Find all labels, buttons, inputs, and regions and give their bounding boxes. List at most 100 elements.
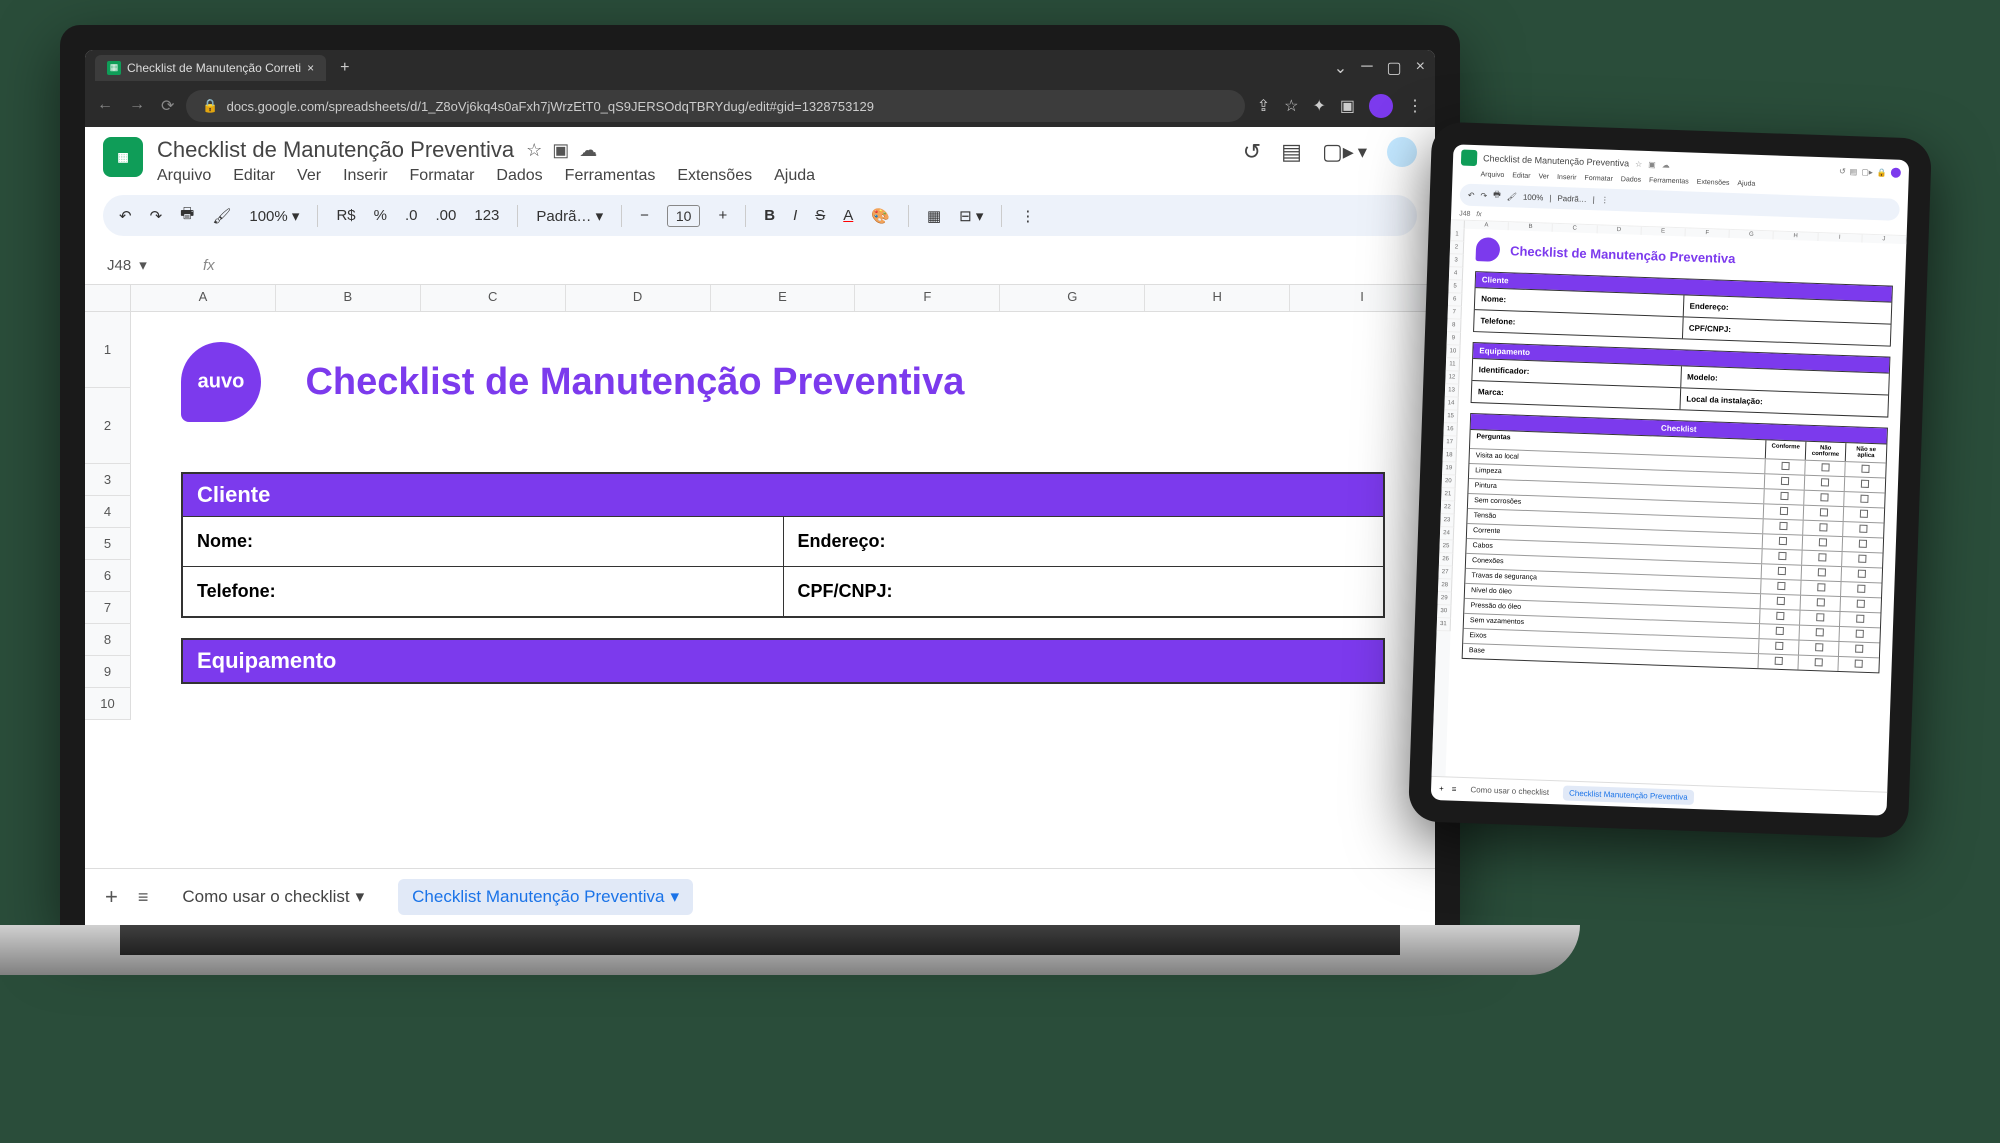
checklist-checkbox-cell[interactable]: [1802, 551, 1842, 566]
row-header[interactable]: 27: [1438, 566, 1452, 579]
comment-icon[interactable]: ▤: [1850, 167, 1858, 176]
sheets-logo-icon[interactable]: ▦: [103, 137, 143, 177]
redo-icon[interactable]: ↷: [150, 207, 163, 225]
checkbox-icon[interactable]: [1780, 492, 1788, 500]
row-header[interactable]: 4: [1449, 267, 1463, 280]
checklist-checkbox-cell[interactable]: [1760, 624, 1800, 639]
checklist-checkbox-cell[interactable]: [1844, 507, 1884, 522]
font-size-dec[interactable]: −: [640, 207, 649, 224]
undo-icon[interactable]: ↶: [1468, 190, 1475, 199]
checkbox-icon[interactable]: [1818, 538, 1826, 546]
checkbox-icon[interactable]: [1819, 523, 1827, 531]
menu-item[interactable]: Dados: [1621, 176, 1641, 184]
checkbox-icon[interactable]: [1861, 480, 1869, 488]
more-icon[interactable]: ⋮: [1601, 195, 1609, 204]
checkbox-icon[interactable]: [1774, 657, 1782, 665]
zoom-select[interactable]: 100% ▾: [249, 207, 299, 225]
col-header[interactable]: B: [276, 285, 421, 311]
row-header[interactable]: 16: [1443, 423, 1457, 436]
menu-item[interactable]: Ajuda: [1737, 180, 1755, 188]
row-header[interactable]: 25: [1439, 540, 1453, 553]
checkbox-icon[interactable]: [1775, 627, 1783, 635]
checklist-checkbox-cell[interactable]: [1843, 522, 1883, 537]
back-icon[interactable]: ←: [97, 96, 113, 116]
sheet-tab-2[interactable]: Checklist Manutenção Preventiva ▾: [398, 879, 693, 915]
star-icon[interactable]: ☆: [1284, 96, 1298, 116]
row-header[interactable]: 8: [1447, 319, 1461, 332]
checkbox-icon[interactable]: [1817, 583, 1825, 591]
add-sheet-button[interactable]: +: [105, 884, 118, 910]
checklist-checkbox-cell[interactable]: [1804, 491, 1844, 506]
checklist-checkbox-cell[interactable]: [1762, 564, 1802, 579]
tablet-doc-title[interactable]: Checklist de Manutenção Preventiva: [1483, 153, 1629, 168]
checklist-checkbox-cell[interactable]: [1805, 476, 1845, 491]
row-header[interactable]: 28: [1438, 579, 1452, 592]
checkbox-icon[interactable]: [1780, 477, 1788, 485]
checklist-checkbox-cell[interactable]: [1801, 581, 1841, 596]
checkbox-icon[interactable]: [1777, 582, 1785, 590]
decrease-decimal-button[interactable]: .0: [405, 207, 418, 224]
menu-item[interactable]: Ver: [1538, 173, 1549, 180]
row-header[interactable]: 24: [1440, 527, 1454, 540]
row-header[interactable]: 1: [1450, 228, 1464, 241]
checklist-checkbox-cell[interactable]: [1761, 594, 1801, 609]
redo-icon[interactable]: ↷: [1480, 191, 1487, 200]
move-folder-icon[interactable]: ▣: [552, 140, 569, 161]
checklist-checkbox-cell[interactable]: [1802, 566, 1842, 581]
sheet-tab-2[interactable]: Checklist Manutenção Preventiva: [1563, 785, 1694, 805]
row-header[interactable]: 30: [1437, 605, 1451, 618]
col-header[interactable]: A: [131, 285, 276, 311]
share-icon[interactable]: 🔒: [1877, 168, 1887, 177]
row-header[interactable]: 10: [85, 688, 131, 720]
print-icon[interactable]: 🖶: [180, 203, 194, 228]
checkbox-icon[interactable]: [1815, 643, 1823, 651]
col-header[interactable]: G: [1000, 285, 1145, 311]
col-header[interactable]: C: [421, 285, 566, 311]
checkbox-icon[interactable]: [1819, 508, 1827, 516]
checkbox-icon[interactable]: [1860, 495, 1868, 503]
checklist-checkbox-cell[interactable]: [1838, 657, 1878, 672]
col-header[interactable]: E: [711, 285, 856, 311]
col-header[interactable]: H: [1145, 285, 1290, 311]
menu-arquivo[interactable]: Arquivo: [157, 167, 211, 185]
checkbox-icon[interactable]: [1858, 555, 1866, 563]
meet-icon[interactable]: ▢▸: [1861, 167, 1873, 176]
row-header[interactable]: 3: [1449, 254, 1463, 267]
bold-button[interactable]: B: [764, 207, 775, 224]
checklist-checkbox-cell[interactable]: [1841, 597, 1881, 612]
checkbox-icon[interactable]: [1779, 522, 1787, 530]
reload-icon[interactable]: ⟳: [161, 96, 174, 116]
font-select[interactable]: Padrã…: [1557, 193, 1587, 203]
checklist-checkbox-cell[interactable]: [1839, 642, 1879, 657]
checklist-checkbox-cell[interactable]: [1845, 462, 1885, 477]
checklist-checkbox-cell[interactable]: [1801, 596, 1841, 611]
row-header[interactable]: 20: [1442, 475, 1456, 488]
checkbox-icon[interactable]: [1856, 615, 1864, 623]
row-header[interactable]: 19: [1442, 462, 1456, 475]
share-button[interactable]: [1387, 137, 1417, 167]
name-box[interactable]: J48: [1459, 210, 1471, 217]
checkbox-icon[interactable]: [1855, 645, 1863, 653]
checklist-checkbox-cell[interactable]: [1842, 552, 1882, 567]
forward-icon[interactable]: →: [129, 96, 145, 116]
all-sheets-button[interactable]: ≡: [1452, 785, 1457, 794]
checkbox-icon[interactable]: [1818, 553, 1826, 561]
increase-decimal-button[interactable]: .00: [436, 207, 457, 224]
italic-button[interactable]: I: [793, 207, 797, 224]
menu-ferramentas[interactable]: Ferramentas: [565, 167, 656, 185]
name-box[interactable]: J48 ▾: [103, 252, 183, 278]
checklist-checkbox-cell[interactable]: [1760, 609, 1800, 624]
row-header[interactable]: 26: [1439, 553, 1453, 566]
text-color-button[interactable]: A: [843, 207, 853, 224]
spreadsheet-grid[interactable]: A B C D E F G H I 1 2 3 4 5: [85, 285, 1435, 868]
checklist-checkbox-cell[interactable]: [1799, 641, 1839, 656]
currency-button[interactable]: R$: [336, 207, 355, 224]
checkbox-icon[interactable]: [1778, 537, 1786, 545]
menu-dados[interactable]: Dados: [496, 167, 542, 185]
extension-icon[interactable]: ✦: [1312, 96, 1325, 116]
row-header[interactable]: 22: [1441, 501, 1455, 514]
col-header[interactable]: I: [1290, 285, 1435, 311]
row-header[interactable]: 12: [1445, 371, 1459, 384]
row-header[interactable]: 10: [1446, 345, 1460, 358]
checkbox-icon[interactable]: [1775, 642, 1783, 650]
